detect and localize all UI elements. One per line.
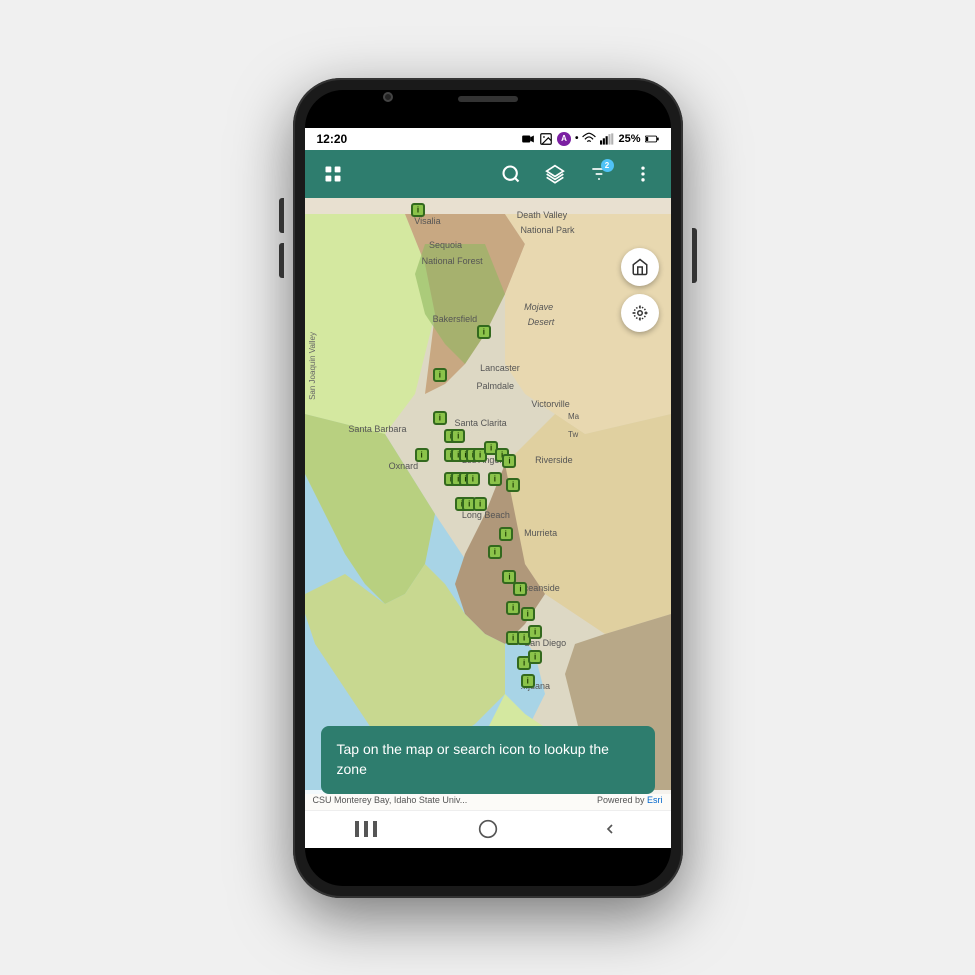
location-icon [631, 304, 649, 322]
filter-badge: 2 [601, 159, 614, 172]
back-button[interactable] [590, 814, 630, 844]
map-pin[interactable] [433, 411, 447, 425]
phone-screen: 12:20 A • [305, 90, 671, 886]
video-icon [521, 132, 535, 146]
app-notification-icon: A [557, 132, 571, 146]
status-icons: A • 25% [521, 132, 659, 146]
layers-icon [545, 164, 565, 184]
phone-speaker [458, 96, 518, 102]
filter-button[interactable]: 2 [579, 154, 619, 194]
map-pin[interactable] [433, 368, 447, 382]
volume-down-button[interactable] [279, 243, 284, 278]
back-icon [602, 821, 618, 837]
search-button[interactable] [491, 154, 531, 194]
recents-button[interactable] [346, 814, 386, 844]
map-pin[interactable] [451, 429, 465, 443]
recents-icon [355, 821, 377, 837]
screen-content: 12:20 A • [305, 128, 671, 848]
home-button[interactable] [468, 814, 508, 844]
map-container[interactable]: Visalia Sequoia National Forest Death Va… [305, 198, 671, 810]
grid-icon [323, 164, 343, 184]
map-pin[interactable] [415, 448, 429, 462]
map-pin[interactable] [528, 650, 542, 664]
bottom-nav [305, 810, 671, 848]
more-icon [633, 164, 653, 184]
map-pin[interactable] [521, 607, 535, 621]
attribution-text: CSU Monterey Bay, Idaho State Univ... [313, 795, 468, 805]
phone-camera [383, 92, 393, 102]
map-pin[interactable] [466, 472, 480, 486]
app-bar: 2 [305, 150, 671, 198]
location-button[interactable] [621, 294, 659, 332]
wifi-icon [582, 132, 596, 146]
map-pin[interactable] [506, 601, 520, 615]
map-pin[interactable] [499, 527, 513, 541]
more-button[interactable] [623, 154, 663, 194]
layers-button[interactable] [535, 154, 575, 194]
dot-indicator: • [575, 133, 579, 144]
map-pin[interactable] [488, 545, 502, 559]
home-map-button[interactable] [621, 248, 659, 286]
battery-percent: 25% [618, 133, 640, 145]
phone-device: 12:20 A • [293, 78, 683, 898]
map-pin[interactable] [513, 582, 527, 596]
menu-button[interactable] [313, 154, 353, 194]
toast-message: Tap on the map or search icon to lookup … [321, 726, 655, 793]
signal-icon [600, 132, 614, 146]
map-pin[interactable] [411, 203, 425, 217]
map-svg [305, 198, 671, 810]
powered-by-text: Powered by Esri [597, 795, 663, 805]
map-pin[interactable] [502, 454, 516, 468]
battery-icon [645, 132, 659, 146]
map-pin[interactable] [488, 472, 502, 486]
map-pin[interactable] [528, 625, 542, 639]
map-pin[interactable] [477, 325, 491, 339]
home-icon [631, 258, 649, 276]
status-time: 12:20 [317, 132, 348, 146]
volume-up-button[interactable] [279, 198, 284, 233]
home-nav-icon [478, 819, 498, 839]
map-pin[interactable] [473, 497, 487, 511]
search-icon [501, 164, 521, 184]
status-bar: 12:20 A • [305, 128, 671, 150]
image-icon [539, 132, 553, 146]
map-pin[interactable] [521, 674, 535, 688]
power-button[interactable] [692, 228, 697, 283]
map-pin[interactable] [506, 478, 520, 492]
